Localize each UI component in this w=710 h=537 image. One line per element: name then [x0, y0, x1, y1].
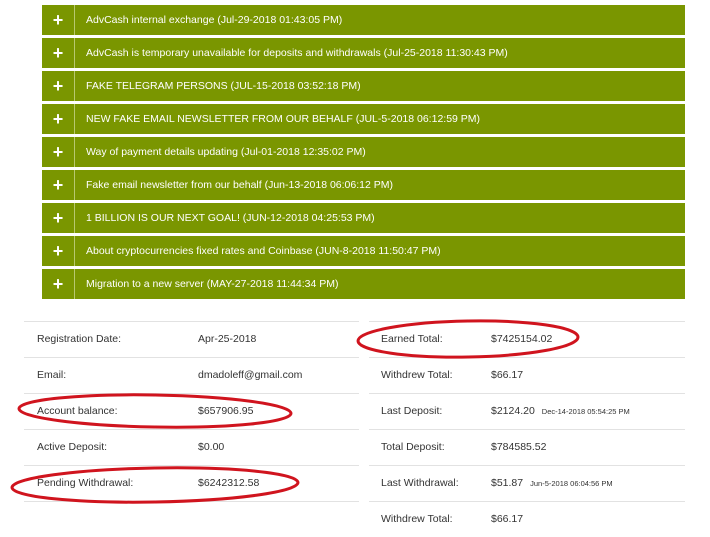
news-item[interactable]: + Migration to a new server (MAY-27-2018…: [42, 269, 685, 299]
news-title[interactable]: FAKE TELEGRAM PERSONS (JUL-15-2018 03:52…: [75, 80, 361, 92]
news-item[interactable]: + NEW FAKE EMAIL NEWSLETTER FROM OUR BEH…: [42, 104, 685, 137]
news-list: + AdvCash internal exchange (Jul-29-2018…: [42, 5, 685, 299]
plus-icon[interactable]: +: [42, 104, 75, 134]
stat-row-account-balance: Account balance: $657906.95: [24, 393, 359, 429]
stat-row-last-withdrawal: Last Withdrawal: $51.87 Jun-5-2018 06:04:…: [369, 465, 685, 501]
news-title[interactable]: 1 BILLION IS OUR NEXT GOAL! (JUN-12-2018…: [75, 212, 375, 224]
stat-label: Last Withdrawal:: [381, 477, 459, 489]
stat-row-total-deposit: Total Deposit: $784585.52: [369, 429, 685, 465]
news-title[interactable]: Fake email newsletter from our behalf (J…: [75, 179, 393, 191]
stat-value: Apr-25-2018: [198, 333, 257, 345]
stat-label: Pending Withdrawal:: [37, 477, 134, 489]
stat-amount: $51.87: [491, 477, 524, 489]
stat-amount: $2124.20: [491, 405, 535, 417]
stat-label: Active Deposit:: [37, 441, 108, 453]
plus-icon[interactable]: +: [42, 38, 75, 68]
stat-value: $6242312.58: [198, 477, 260, 489]
stat-value: $0.00: [198, 441, 225, 453]
stat-label: Withdrew Total:: [381, 369, 453, 381]
news-item[interactable]: + Fake email newsletter from our behalf …: [42, 170, 685, 203]
news-item[interactable]: + Way of payment details updating (Jul-0…: [42, 137, 685, 170]
news-title[interactable]: About cryptocurrencies fixed rates and C…: [75, 245, 441, 257]
news-title[interactable]: NEW FAKE EMAIL NEWSLETTER FROM OUR BEHAL…: [75, 113, 480, 125]
plus-icon[interactable]: +: [42, 137, 75, 167]
news-item[interactable]: + 1 BILLION IS OUR NEXT GOAL! (JUN-12-20…: [42, 203, 685, 236]
stat-value: dmadoleff@gmail.com: [198, 369, 303, 381]
stat-row-last-deposit: Last Deposit: $2124.20 Dec-14-2018 05:54:…: [369, 393, 685, 429]
stat-date: Jun-5-2018 06:04:56 PM: [530, 479, 613, 488]
stat-row-withdrew-total: Withdrew Total: $66.17: [369, 357, 685, 393]
plus-icon[interactable]: +: [42, 170, 75, 200]
stat-amount: $66.17: [491, 369, 524, 381]
news-title[interactable]: Way of payment details updating (Jul-01-…: [75, 146, 366, 158]
stat-amount: $7425154.02: [491, 333, 553, 345]
stat-row-withdrew-total-2: Withdrew Total: $66.17: [369, 501, 685, 537]
stat-value: $7425154.02: [491, 333, 559, 345]
stat-label: Total Deposit:: [381, 441, 445, 453]
plus-icon[interactable]: +: [42, 269, 75, 299]
stat-amount: $784585.52: [491, 441, 547, 453]
plus-icon[interactable]: +: [42, 236, 75, 266]
stat-label: Account balance:: [37, 405, 118, 417]
news-item[interactable]: + AdvCash is temporary unavailable for d…: [42, 38, 685, 71]
stat-label: Last Deposit:: [381, 405, 443, 417]
stat-label: Registration Date:: [37, 333, 122, 345]
stat-amount: $66.17: [491, 513, 524, 525]
stat-value: $66.17: [491, 369, 530, 381]
stat-row-registration-date: Registration Date: Apr-25-2018: [24, 321, 359, 357]
stat-value: $66.17: [491, 513, 530, 525]
plus-icon[interactable]: +: [42, 203, 75, 233]
stat-label: Email:: [37, 369, 67, 381]
news-item[interactable]: + AdvCash internal exchange (Jul-29-2018…: [42, 5, 685, 38]
stat-value: $2124.20 Dec-14-2018 05:54:25 PM: [491, 405, 630, 417]
stat-row-earned-total: Earned Total: $7425154.02: [369, 321, 685, 357]
news-item[interactable]: + FAKE TELEGRAM PERSONS (JUL-15-2018 03:…: [42, 71, 685, 104]
stat-row-email: Email: dmadoleff@gmail.com: [24, 357, 359, 393]
stat-date: Dec-14-2018 05:54:25 PM: [541, 407, 630, 416]
news-title[interactable]: AdvCash is temporary unavailable for dep…: [75, 47, 508, 59]
news-title[interactable]: Migration to a new server (MAY-27-2018 1…: [75, 278, 339, 290]
plus-icon[interactable]: +: [42, 5, 75, 35]
stat-value: $784585.52: [491, 441, 553, 453]
news-item[interactable]: + About cryptocurrencies fixed rates and…: [42, 236, 685, 269]
stat-label: Withdrew Total:: [381, 513, 453, 525]
divider: [24, 501, 359, 502]
plus-icon[interactable]: +: [42, 71, 75, 101]
stat-row-active-deposit: Active Deposit: $0.00: [24, 429, 359, 465]
news-title[interactable]: AdvCash internal exchange (Jul-29-2018 0…: [75, 14, 342, 26]
stat-value: $657906.95: [198, 405, 254, 417]
stat-row-pending-withdrawal: Pending Withdrawal: $6242312.58: [24, 465, 359, 501]
stat-label: Earned Total:: [381, 333, 443, 345]
stat-value: $51.87 Jun-5-2018 06:04:56 PM: [491, 477, 613, 489]
